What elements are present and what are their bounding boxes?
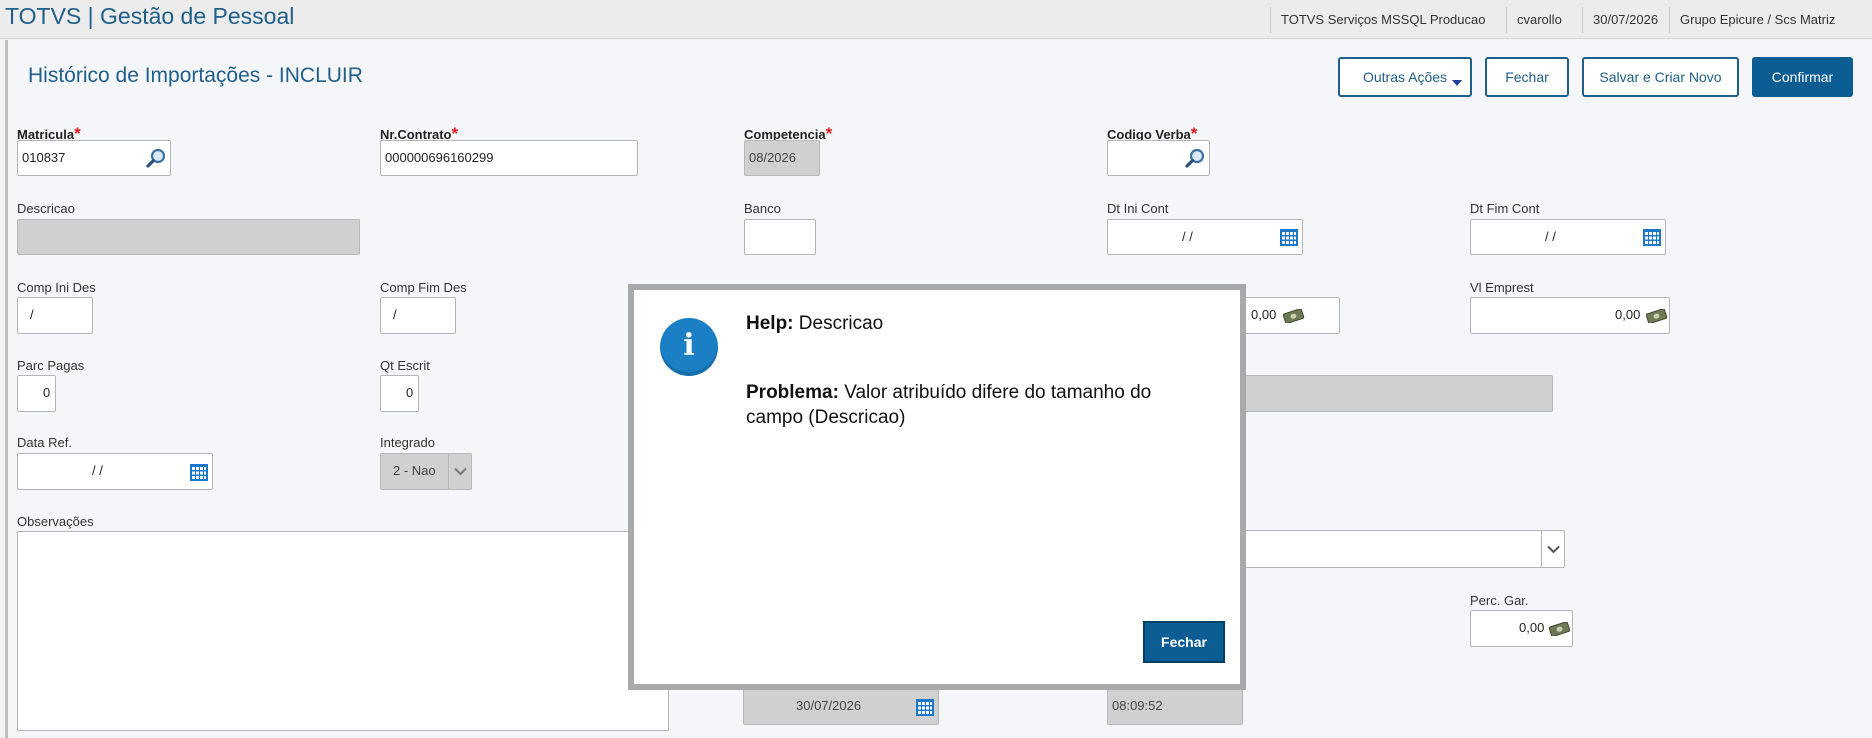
date-bottom-value: 30/07/2026 [796,698,862,713]
banco-label: Banco [744,201,781,216]
help-value: Descricao [798,313,884,334]
dt-fim-cont-label: Dt Fim Cont [1470,201,1540,216]
dialog-close-button[interactable]: Fechar [1143,621,1225,663]
qt-escrit-value: 0 [406,385,414,400]
integrado-value: 2 - Nao [393,463,436,478]
search-icon[interactable] [145,147,167,169]
dt-fim-cont-field[interactable]: / / [1470,219,1666,255]
problem-text: Problema: Valor atribuído difere do tama… [746,380,1186,430]
help-title: Help: Descricao [746,313,883,335]
perc-gar-value: 0,00 [1519,620,1545,635]
nr-contrato-field[interactable]: 000000696160299 [380,140,638,176]
calendar-icon[interactable] [190,464,208,481]
comp-ini-des-label: Comp Ini Des [17,280,96,295]
other-actions-label: Outras Ações [1362,69,1448,85]
perc-gar-label: Perc. Gar. [1470,593,1529,608]
comp-fim-des-label: Comp Fim Des [380,280,467,295]
status-user: cvarollo [1506,7,1582,33]
dt-ini-cont-value: / / [1182,229,1193,244]
time-bottom-value: 08:09:52 [1112,698,1163,713]
time-bottom-field: 08:09:52 [1107,688,1243,725]
chevron-down-icon [454,467,467,476]
vl-prest-field[interactable]: 0,00 [1240,297,1340,334]
vl-emprest-label: Vl Emprest [1470,280,1534,295]
chevron-down-icon [1547,545,1560,554]
problem-label: Problema: [746,382,839,403]
close-button[interactable]: Fechar [1485,57,1569,97]
qt-escrit-label: Qt Escrit [380,358,430,373]
comp-ini-des-field[interactable]: / [17,297,93,334]
data-ref-label: Data Ref. [17,435,72,450]
dt-ini-cont-field[interactable]: / / [1107,219,1303,255]
codigo-verba-field[interactable] [1107,140,1210,176]
page-title: Histórico de Importações - INCLUIR [28,64,363,87]
descricao-field [17,219,360,255]
nr-contrato-value: 000000696160299 [385,150,494,165]
confirm-button[interactable]: Confirmar [1752,57,1853,97]
caret-down-icon [1452,80,1462,86]
descricao-label: Descricao [17,201,75,216]
integrado-label: Integrado [380,435,435,450]
dropdown-toggle[interactable] [1541,531,1564,567]
info-icon: i [660,318,718,376]
dt-fim-cont-value: / / [1545,229,1556,244]
parc-pagas-field[interactable]: 0 [17,375,56,412]
help-label: Help: [746,313,794,334]
status-environment: TOTVS Serviços MSSQL Producao [1270,7,1506,33]
observacoes-label: Observações [17,514,94,529]
date-bottom-field: 30/07/2026 [743,688,939,725]
data-ref-value: / / [92,463,103,478]
readonly-field [1240,375,1553,412]
dropdown-select[interactable] [1240,530,1565,568]
comp-fim-des-field[interactable]: / [380,297,456,334]
top-bar: TOTVS | Gestão de Pessoal TOTVS Serviços… [0,0,1872,39]
comp-ini-des-value: / [30,307,34,322]
matricula-value: 010837 [22,150,66,165]
status-company: Grupo Epicure / Scs Matriz [1669,7,1872,33]
money-icon[interactable] [1283,309,1305,323]
money-icon[interactable] [1549,622,1571,636]
status-date: 30/07/2026 [1582,7,1669,33]
banco-field[interactable] [744,219,816,255]
matricula-field[interactable]: 010837 [17,140,171,176]
app-title: TOTVS | Gestão de Pessoal [5,3,295,29]
money-icon[interactable] [1646,309,1668,323]
other-actions-button[interactable]: Outras Ações [1338,57,1472,97]
vl-emprest-value: 0,00 [1615,307,1641,322]
calendar-icon[interactable] [1280,229,1298,246]
data-ref-field[interactable]: / / [17,453,213,490]
parc-pagas-value: 0 [43,385,51,400]
parc-pagas-label: Parc Pagas [17,358,85,373]
dt-ini-cont-label: Dt Ini Cont [1107,201,1169,216]
competencia-field: 08/2026 [744,140,820,176]
comp-fim-des-value: / [393,307,397,322]
vl-emprest-field[interactable]: 0,00 [1470,297,1670,334]
integrado-select[interactable]: 2 - Nao [380,453,472,490]
calendar-icon [916,699,934,716]
save-and-new-button[interactable]: Salvar e Criar Novo [1582,57,1739,97]
perc-gar-field[interactable]: 0,00 [1470,610,1573,647]
integrado-dropdown-toggle[interactable] [448,454,471,489]
observacoes-textarea[interactable] [17,531,669,731]
calendar-icon[interactable] [1643,229,1661,246]
competencia-value: 08/2026 [749,150,796,165]
vl-prest-value: 0,00 [1251,307,1277,322]
search-icon[interactable] [1184,147,1206,169]
qt-escrit-field[interactable]: 0 [380,375,419,412]
